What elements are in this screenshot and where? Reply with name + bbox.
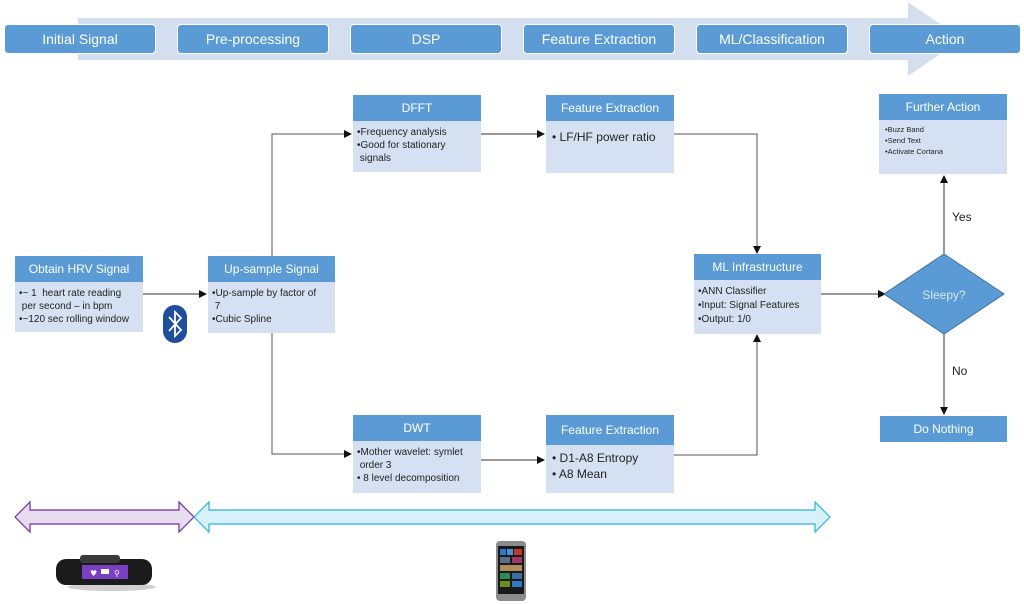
connector-upsample-dwt	[271, 333, 352, 458]
box-do-nothing: Do Nothing	[880, 416, 1007, 442]
box-item: • LF/HF power ratio	[552, 130, 656, 144]
box-title: DWT	[353, 415, 481, 441]
connector-fe-bottom-ml	[674, 334, 761, 456]
svg-text:⚲: ⚲	[114, 569, 120, 578]
box-item: •Up-sample by factor of 7	[212, 288, 317, 312]
box-title: Do Nothing	[880, 416, 1007, 442]
box-title: Feature Extraction	[546, 95, 674, 121]
box-further-action: Further Action •Buzz Band •Send Text •Ac…	[879, 94, 1007, 174]
box-item: •Mother wavelet: symlet order 3	[357, 447, 463, 471]
box-item: • 8 level decomposition	[357, 473, 460, 484]
box-item: •Output: 1/0	[698, 314, 751, 325]
connector-fe-top-ml	[674, 133, 761, 254]
box-item: •Good for stationary signals	[357, 140, 446, 164]
box-feature-extraction-top: Feature Extraction • LF/HF power ratio	[546, 95, 674, 173]
box-title: ML Infrastructure	[694, 254, 821, 280]
box-ml-infrastructure: ML Infrastructure •ANN Classifier •Input…	[694, 254, 821, 334]
box-dwt: DWT •Mother wavelet: symlet order 3 • 8 …	[353, 415, 481, 493]
bluetooth-icon	[163, 305, 187, 343]
box-item: •Frequency analysis	[357, 127, 447, 138]
band-scope-arrow	[14, 500, 195, 534]
box-title: Further Action	[879, 94, 1007, 120]
box-title: Obtain HRV Signal	[15, 256, 143, 282]
box-title: Feature Extraction	[546, 415, 674, 445]
box-item: • A8 Mean	[552, 467, 607, 481]
connector-upsample-dfft	[271, 130, 352, 256]
box-title: Up-sample Signal	[208, 256, 335, 282]
decision-label: Sleepy?	[922, 288, 966, 302]
box-item: •Buzz Band	[885, 125, 924, 134]
box-title: DFFT	[353, 95, 481, 121]
box-item: •Input: Signal Features	[698, 300, 800, 311]
decision-no-label: No	[952, 364, 968, 378]
svg-text:♥: ♥	[90, 569, 97, 578]
box-obtain-hrv-signal: Obtain HRV Signal •~ 1 heart rate readin…	[15, 256, 143, 332]
phone-scope-arrow	[193, 500, 831, 534]
box-item: •Cubic Spline	[212, 314, 272, 325]
box-item: •~120 sec rolling window	[19, 314, 129, 325]
connectors	[14, 130, 1005, 534]
decision-yes-label: Yes	[952, 210, 972, 224]
box-item: •ANN Classifier	[698, 286, 767, 297]
box-item: •Activate Cortana	[885, 147, 944, 156]
box-item: •Send Text	[885, 136, 921, 145]
smartphone-image	[496, 541, 526, 601]
box-feature-extraction-bottom: Feature Extraction • D1-A8 Entropy • A8 …	[546, 415, 674, 493]
smart-band-image: ♥ ⚲	[56, 555, 156, 591]
box-item: • D1-A8 Entropy	[552, 451, 639, 465]
box-upsample-signal: Up-sample Signal •Up-sample by factor of…	[208, 256, 335, 333]
box-item: •~ 1 heart rate reading per second – in …	[19, 288, 122, 312]
box-dfft: DFFT •Frequency analysis •Good for stati…	[353, 95, 481, 172]
